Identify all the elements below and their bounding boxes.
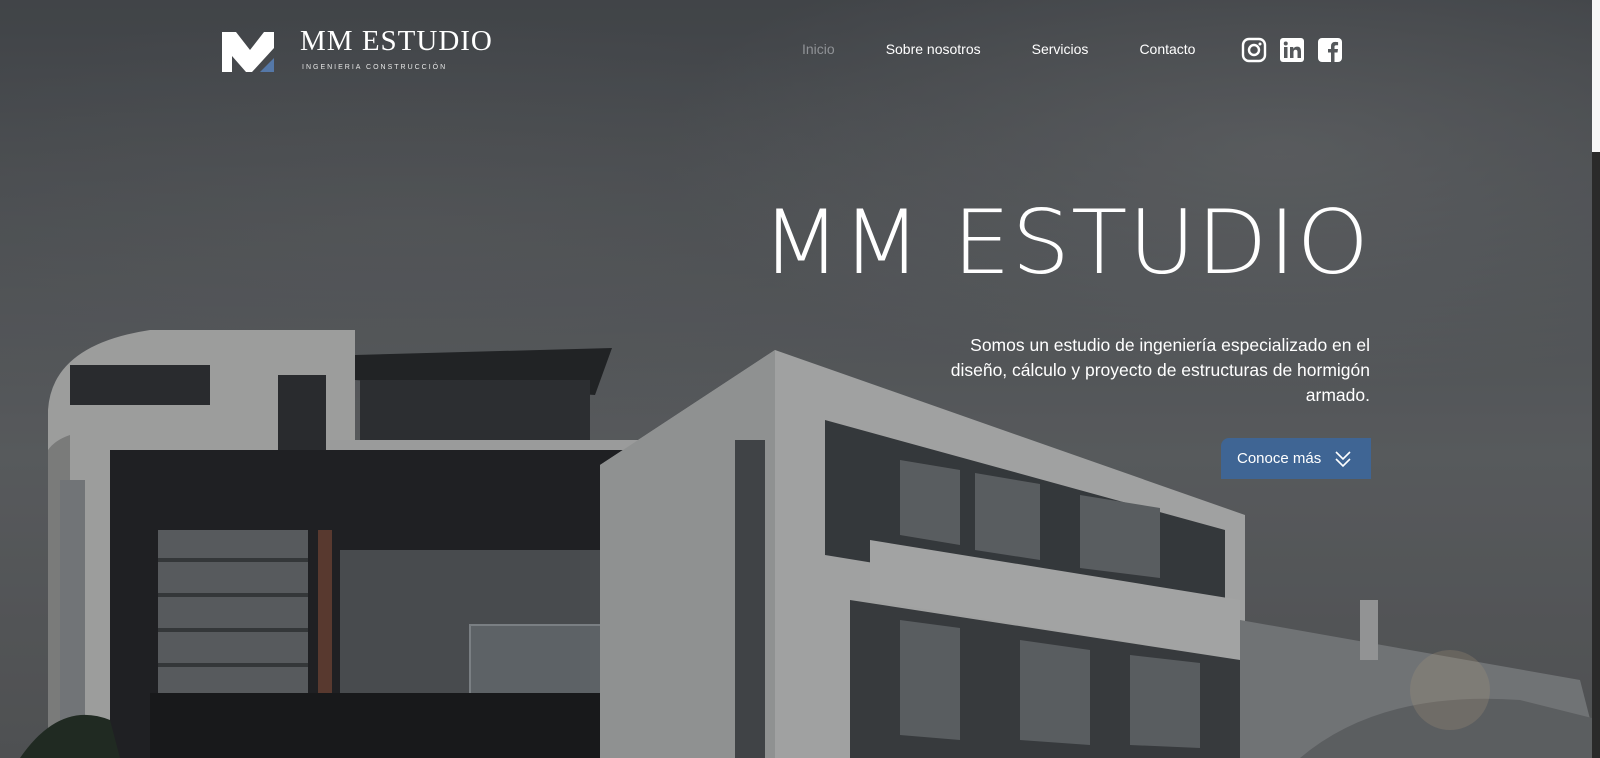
double-chevron-down-icon <box>1335 450 1351 467</box>
scrollbar-thumb[interactable] <box>1592 0 1600 152</box>
hero-description: Somos un estudio de ingeniería especiali… <box>950 335 1370 405</box>
linkedin-icon[interactable] <box>1279 37 1305 63</box>
nav-item-servicios[interactable]: Servicios <box>1032 41 1089 57</box>
social-links <box>1241 37 1355 63</box>
brand-tagline: INGENIERIA CONSTRUCCIÓN <box>302 64 448 71</box>
scrollbar-gutter <box>1592 152 1600 758</box>
main-nav: Inicio Sobre nosotros Servicios Contacto <box>802 41 1246 57</box>
instagram-icon[interactable] <box>1241 37 1267 63</box>
brand-logo[interactable]: MM ESTUDIO INGENIERIA CONSTRUCCIÓN <box>222 25 493 74</box>
nav-item-sobre-nosotros[interactable]: Sobre nosotros <box>886 41 981 57</box>
brand-name: MM ESTUDIO <box>300 25 493 57</box>
nav-item-contacto[interactable]: Contacto <box>1139 41 1195 57</box>
mm-logo-icon <box>222 32 274 72</box>
brand-text: MM ESTUDIO INGENIERIA CONSTRUCCIÓN <box>300 25 493 71</box>
conoce-mas-button[interactable]: Conoce más <box>1221 438 1371 479</box>
cta-label: Conoce más <box>1237 450 1322 467</box>
nav-item-inicio[interactable]: Inicio <box>802 41 835 57</box>
facebook-icon[interactable] <box>1317 37 1343 63</box>
hero-title: MM ESTUDIO <box>761 191 1370 294</box>
